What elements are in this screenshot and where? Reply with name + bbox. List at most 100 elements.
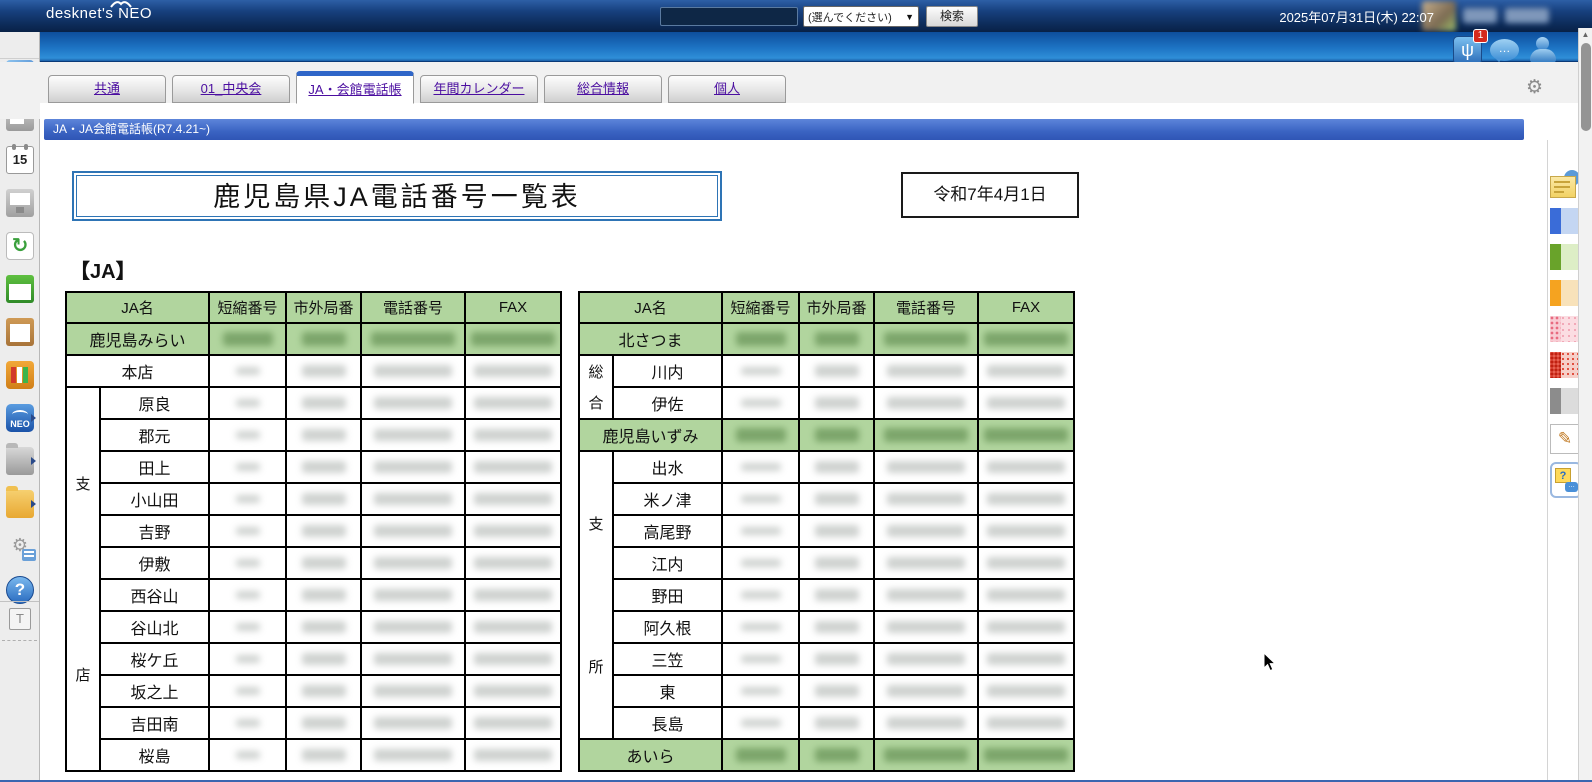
search-input[interactable] (660, 7, 798, 26)
search-button[interactable]: 検索 (926, 6, 978, 27)
scroll-up-arrow[interactable]: ▲ (1579, 28, 1592, 41)
redacted-phone-cell (464, 578, 562, 612)
group-label-cell: 支所 (578, 450, 614, 740)
redacted-phone-cell (464, 482, 562, 516)
gear-memo-icon-glyph: ⚙ (11, 535, 29, 555)
tab-2[interactable]: 01_中央会 (172, 75, 290, 103)
blurred-number (474, 749, 552, 761)
help-icon[interactable]: ? (6, 576, 34, 604)
blurred-number (474, 717, 552, 729)
tab-1[interactable]: 共通 (48, 75, 166, 103)
bookshelf-icon[interactable] (6, 361, 34, 389)
color-swatch-red[interactable] (1550, 352, 1578, 380)
desknets-neo-logo: desknet's NEO (46, 1, 152, 22)
blurred-number (814, 685, 859, 697)
pencil-icon[interactable]: ✎ (1550, 424, 1580, 454)
blurred-number (374, 429, 452, 441)
blurred-number (374, 685, 452, 697)
effective-date-box: 令和7年4月1日 (901, 172, 1079, 218)
blurred-number (235, 495, 260, 503)
ja-branch-row: 吉野 (66, 514, 562, 548)
color-swatch-pink[interactable] (1550, 316, 1578, 344)
dots-glyph: … (1565, 482, 1578, 492)
blurred-number (987, 589, 1065, 601)
redacted-phone-cell (285, 450, 362, 484)
page-banner: JA・JA会館電話帳(R7.4.21~) (44, 119, 1524, 140)
blurred-number (474, 557, 552, 569)
blurred-number (235, 687, 260, 695)
ja-name-cell: 小山田 (99, 482, 210, 516)
redacted-phone-cell (285, 322, 362, 356)
account-link-blurred[interactable] (1505, 8, 1549, 23)
ja-name-cell: 谷山北 (99, 610, 210, 644)
effective-date: 令和7年4月1日 (933, 185, 1047, 204)
redacted-phone-cell (977, 322, 1075, 356)
color-swatch-orange[interactable] (1550, 280, 1578, 308)
user-name-blurred[interactable] (1463, 8, 1497, 23)
todo-list-icon[interactable] (6, 275, 34, 303)
column-header: 短縮番号 (208, 291, 287, 324)
ja-name-cell: 北さつま (578, 322, 723, 356)
blurred-number (301, 621, 346, 633)
redacted-phone-cell (873, 450, 979, 484)
blurred-number (814, 525, 859, 537)
color-swatch-blue[interactable] (1550, 208, 1578, 236)
scrollbar-thumb[interactable] (1581, 43, 1591, 131)
ja-name-cell: 東 (612, 674, 723, 708)
search-category-select[interactable]: (選んでください) ▼ (803, 6, 919, 27)
shared-folder-icon[interactable] (6, 486, 36, 518)
neo-app-icon[interactable]: NEO (6, 404, 36, 432)
blurred-number (814, 717, 859, 729)
blurred-number (235, 431, 260, 439)
ja-branch-row: 米ノ津 (579, 482, 1075, 516)
schedule-icon[interactable]: 15 (6, 144, 34, 174)
ja-branch-row: 高尾野 (579, 514, 1075, 548)
redacted-phone-cell (208, 610, 287, 644)
redacted-phone-cell (977, 578, 1075, 612)
gear-icon[interactable]: ⚙ (1526, 76, 1543, 99)
presentation-icon[interactable] (6, 189, 34, 217)
redacted-phone-cell (208, 354, 287, 388)
infocast-icon[interactable]: ψ 1 (1453, 29, 1488, 65)
chat-icon[interactable]: … (1490, 39, 1519, 62)
clipboard-icon[interactable] (6, 318, 34, 346)
text-tool-icon[interactable]: T (9, 608, 31, 630)
redacted-phone-cell (360, 642, 466, 676)
circulation-icon[interactable]: ↻ (6, 232, 34, 260)
ja-name-cell: 鹿児島いずみ (578, 418, 723, 452)
schedule-icon-glyph: 15 (12, 152, 28, 167)
blurred-number (887, 557, 965, 569)
ja-branch-row: 桜ケ丘 (66, 642, 562, 676)
gear-memo-icon[interactable]: ⚙ (6, 533, 36, 561)
redacted-phone-cell (798, 610, 875, 644)
ja-branch-row: 江内 (579, 546, 1075, 580)
redacted-phone-cell (285, 354, 362, 388)
app-sidebar: 15 ↻ NEO ⚙? T (0, 32, 40, 780)
memo-icon[interactable] (1550, 170, 1580, 200)
redacted-phone-cell (798, 642, 875, 676)
blurred-number (814, 493, 859, 505)
blurred-number (884, 748, 968, 762)
column-header: 電話番号 (360, 291, 466, 324)
tab-6[interactable]: 個人 (668, 75, 786, 103)
redacted-phone-cell (721, 514, 800, 548)
vertical-scrollbar[interactable]: ▲ (1578, 28, 1592, 780)
ja-branch-row: 田上 (66, 450, 562, 484)
color-swatch-green[interactable] (1550, 244, 1578, 272)
tab-3[interactable]: JA・会館電話帳 (296, 71, 414, 104)
color-swatch-gray[interactable] (1550, 388, 1578, 416)
ja-name-cell: 三笠 (612, 642, 723, 676)
ja-branch-row: 三笠 (579, 642, 1075, 676)
blurred-number (814, 461, 859, 473)
tab-5[interactable]: 総合情報 (544, 75, 662, 103)
redacted-phone-cell (360, 450, 466, 484)
user-icon[interactable] (1529, 36, 1557, 64)
cabinet-folder-icon[interactable] (6, 443, 36, 475)
blurred-number (374, 621, 452, 633)
ja-name-cell: 米ノ津 (612, 482, 723, 516)
redacted-phone-cell (798, 450, 875, 484)
redacted-phone-cell (360, 546, 466, 580)
tab-4[interactable]: 年間カレンダー (420, 75, 538, 103)
redacted-phone-cell (977, 610, 1075, 644)
redacted-phone-cell (464, 706, 562, 740)
